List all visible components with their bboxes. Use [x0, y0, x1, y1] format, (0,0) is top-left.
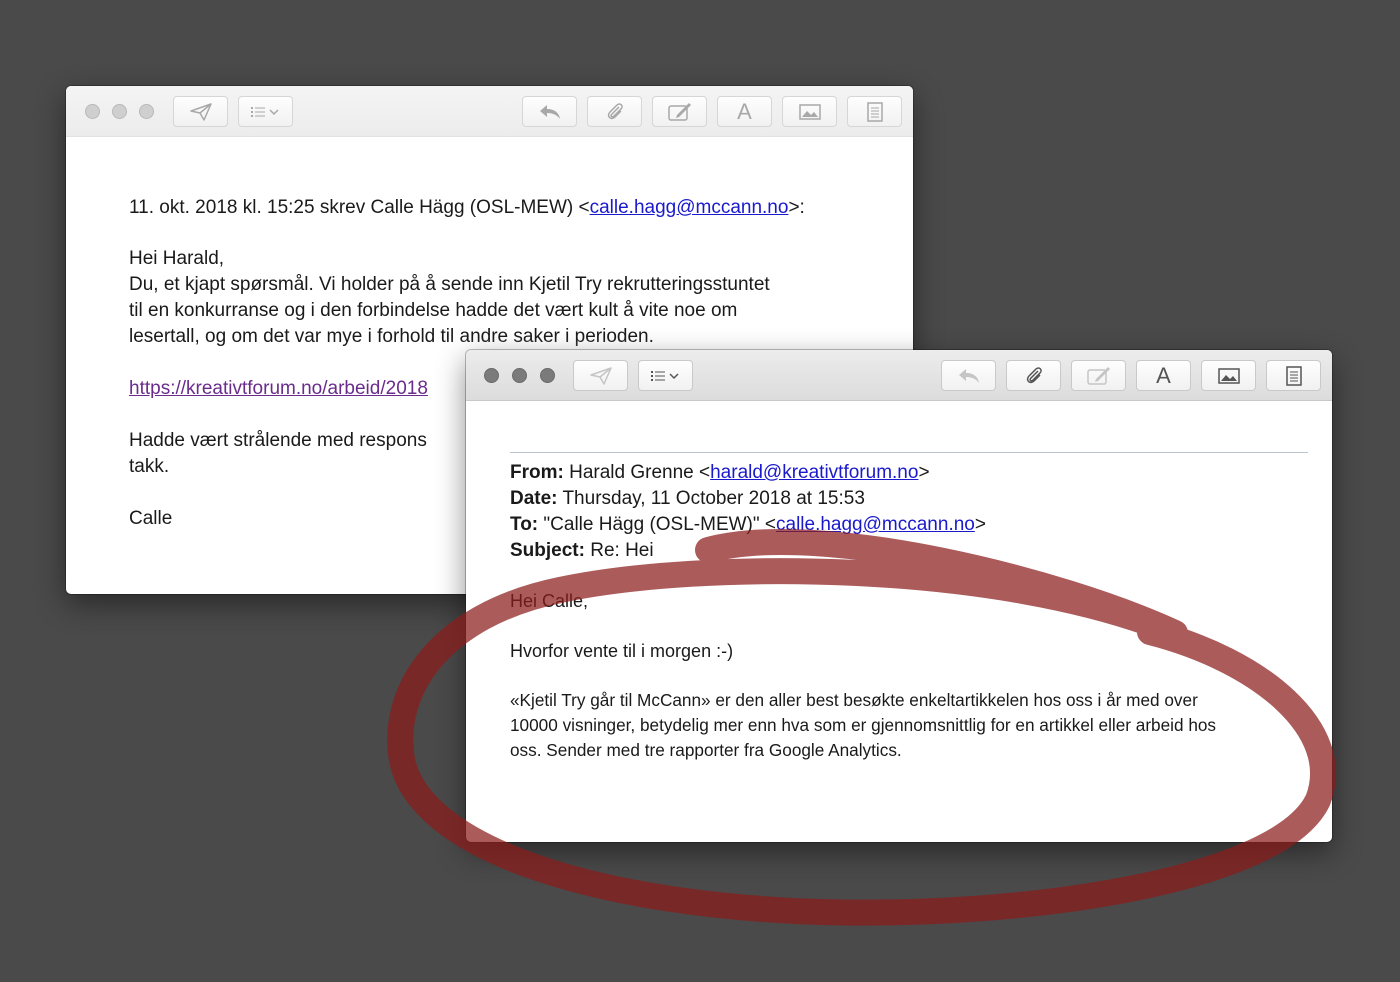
from-row: From: Harald Grenne <harald@kreativtforu…: [510, 460, 930, 486]
send-icon: [589, 366, 612, 385]
zoom-window-icon[interactable]: [540, 368, 555, 383]
attach-button[interactable]: [1006, 360, 1061, 391]
attachment-icon: [607, 102, 623, 119]
from-name: Harald Grenne <: [563, 462, 711, 483]
from-label: From:: [510, 462, 564, 483]
template-icon: [866, 101, 883, 122]
reply-button[interactable]: [522, 96, 577, 127]
template-button[interactable]: [847, 96, 902, 127]
minimize-window-icon[interactable]: [112, 104, 127, 119]
quote-header: 11. okt. 2018 kl. 15:25 skrev Calle Hägg…: [129, 195, 805, 221]
font-button[interactable]: A: [1136, 360, 1191, 391]
date-row: Date: Thursday, 11 October 2018 at 15:53: [510, 486, 865, 512]
markup-button[interactable]: [652, 96, 707, 127]
article-link[interactable]: https://kreativtforum.no/arbeid/2018: [129, 378, 428, 399]
send-button[interactable]: [573, 360, 628, 391]
to-name: "Calle Hägg (OSL-MEW)" <: [538, 514, 776, 535]
signature: Calle: [129, 508, 173, 529]
article-link-line: https://kreativtforum.no/arbeid/2018: [129, 376, 428, 402]
subject-label: Subject:: [510, 540, 585, 561]
to-email-link[interactable]: calle.hagg@mccann.no: [776, 514, 975, 535]
from-suffix: >: [918, 462, 930, 483]
template-button[interactable]: [1266, 360, 1321, 391]
to-row: To: "Calle Hägg (OSL-MEW)" <calle.hagg@m…: [510, 512, 986, 538]
template-icon: [1285, 365, 1302, 386]
photo-icon: [1217, 367, 1240, 384]
paragraph-line: 10000 visninger, betydelig mer enn hva s…: [510, 715, 1217, 735]
sender-email-link[interactable]: calle.hagg@mccann.no: [590, 197, 789, 218]
send-button[interactable]: [173, 96, 228, 127]
close-window-icon[interactable]: [85, 104, 100, 119]
format-list-button[interactable]: [638, 360, 693, 391]
date-label: Date:: [510, 488, 558, 509]
paragraph-line: oss. Sender med tre rapporter fra Google…: [510, 740, 902, 760]
attachment-icon: [1026, 366, 1042, 383]
date-value: Thursday, 11 October 2018 at 15:53: [557, 488, 865, 509]
greeting: Hei Harald,: [129, 248, 225, 269]
header-separator: [510, 452, 1308, 453]
zoom-window-icon[interactable]: [139, 104, 154, 119]
body-line: Hvorfor vente til i morgen :-): [510, 641, 734, 661]
to-suffix: >: [974, 514, 986, 535]
quote-header-suffix: >:: [788, 197, 805, 218]
toolbar: A: [66, 86, 913, 137]
front-mail-window: A From: Harald Grenne <harald@kreativtfo…: [466, 350, 1332, 842]
markup-icon: [1086, 366, 1110, 385]
photo-browser-button[interactable]: [782, 96, 837, 127]
reply-icon: [958, 368, 979, 383]
body-line: til en konkurranse og i den forbindelse …: [129, 300, 738, 321]
closing-line: Hadde vært strålende med respons: [129, 430, 427, 451]
minimize-window-icon[interactable]: [512, 368, 527, 383]
send-icon: [189, 102, 212, 121]
subject-value: Re: Hei: [584, 540, 654, 561]
photo-browser-button[interactable]: [1201, 360, 1256, 391]
paragraph-line: «Kjetil Try går til McCann» er den aller…: [510, 690, 1198, 710]
format-list-icon: [650, 370, 679, 381]
subject-row: Subject: Re: Hei: [510, 538, 654, 564]
message-body: From: Harald Grenne <harald@kreativtforu…: [466, 401, 1332, 842]
attach-button[interactable]: [587, 96, 642, 127]
markup-button[interactable]: [1071, 360, 1126, 391]
body-line: Du, et kjapt spørsmål. Vi holder på å se…: [129, 274, 770, 295]
to-label: To:: [510, 514, 539, 535]
font-icon: A: [737, 98, 752, 124]
reply-icon: [539, 104, 560, 119]
photo-icon: [798, 103, 821, 120]
font-button[interactable]: A: [717, 96, 772, 127]
quote-header-text: 11. okt. 2018 kl. 15:25 skrev Calle Hägg…: [129, 197, 590, 218]
closing-line: takk.: [129, 456, 170, 477]
format-list-icon: [250, 106, 279, 117]
markup-icon: [667, 102, 691, 121]
close-window-icon[interactable]: [484, 368, 499, 383]
greeting: Hei Calle,: [510, 591, 589, 611]
format-list-button[interactable]: [238, 96, 293, 127]
body-line: lesertall, og om det var mye i forhold t…: [129, 326, 654, 347]
font-icon: A: [1156, 362, 1171, 388]
from-email-link[interactable]: harald@kreativtforum.no: [710, 462, 918, 483]
toolbar: A: [466, 350, 1332, 401]
reply-button[interactable]: [941, 360, 996, 391]
